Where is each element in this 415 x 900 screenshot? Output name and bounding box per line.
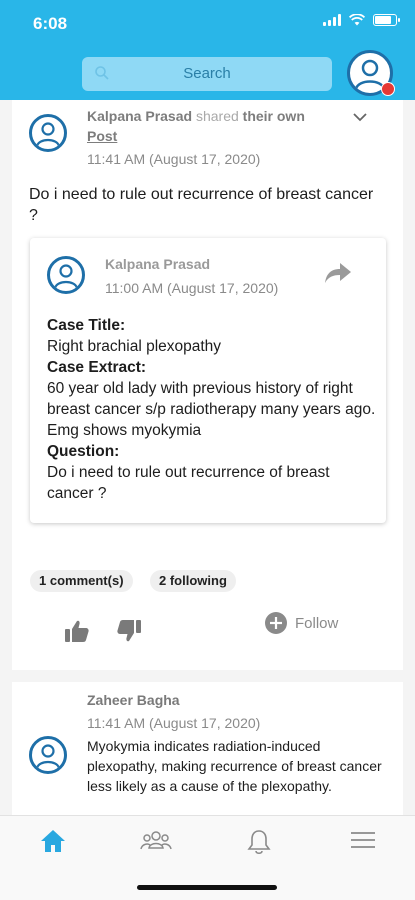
shared-post-timestamp: 11:00 AM (August 17, 2020) xyxy=(105,280,279,296)
post-shared-text: shared xyxy=(195,108,239,124)
search-placeholder: Search xyxy=(183,65,231,82)
share-icon[interactable] xyxy=(323,260,353,286)
comment-author-name[interactable]: Zaheer Bagha xyxy=(87,692,180,708)
post-title: Do i need to rule out recurrence of brea… xyxy=(29,186,374,224)
home-icon[interactable] xyxy=(40,828,66,854)
feed: Kalpana Prasad shared their own Post 11:… xyxy=(0,100,415,815)
case-details: Case Title: Right brachial plexopathy Ca… xyxy=(47,315,377,504)
comment-text: Myokymia indicates radiation-induced ple… xyxy=(87,738,382,794)
group-icon[interactable] xyxy=(140,828,172,854)
thumbs-down-icon[interactable] xyxy=(116,619,142,643)
user-icon xyxy=(35,122,61,147)
comment-timestamp: 11:41 AM (August 17, 2020) xyxy=(87,715,261,731)
status-time: 6:08 xyxy=(33,14,68,33)
post-header-line: Kalpana Prasad shared their own xyxy=(87,108,305,124)
comment-card: Zaheer Bagha 11:41 AM (August 17, 2020) … xyxy=(12,682,403,815)
shared-post-author-avatar[interactable] xyxy=(47,256,85,294)
follow-button[interactable]: Follow xyxy=(265,612,338,634)
comments-count-pill[interactable]: 1 comment(s) xyxy=(30,570,133,592)
case-title-label: Case Title: xyxy=(47,317,126,334)
case-extract-label: Case Extract: xyxy=(47,359,147,376)
wifi-icon xyxy=(349,14,365,26)
following-count-pill[interactable]: 2 following xyxy=(150,570,236,592)
post-own-text: their own xyxy=(242,108,305,124)
question-label: Question: xyxy=(47,443,120,460)
menu-icon[interactable] xyxy=(349,828,377,852)
case-title: Right brachial plexopathy xyxy=(47,338,222,355)
notification-badge xyxy=(381,82,395,96)
chevron-down-icon[interactable] xyxy=(353,110,367,124)
user-icon xyxy=(35,744,61,769)
user-icon xyxy=(53,264,79,289)
comment-author-avatar[interactable] xyxy=(29,736,67,774)
comment-author[interactable]: Zaheer Bagha xyxy=(87,692,180,708)
question: Do i need to rule out recurrence of brea… xyxy=(47,464,330,502)
case-extract: 60 year old lady with previous history o… xyxy=(47,380,376,439)
status-icons xyxy=(323,14,400,26)
post-card: Kalpana Prasad shared their own Post 11:… xyxy=(12,100,403,670)
home-indicator xyxy=(137,885,277,890)
post-timestamp: 11:41 AM (August 17, 2020) xyxy=(87,151,261,167)
app-header: 6:08 Search xyxy=(0,0,415,100)
shared-post-card[interactable]: Kalpana Prasad 11:00 AM (August 17, 2020… xyxy=(30,238,386,523)
signal-icon xyxy=(323,14,341,26)
post-author-avatar[interactable] xyxy=(29,114,67,152)
search-bar[interactable]: Search xyxy=(82,57,332,91)
shared-post-author[interactable]: Kalpana Prasad xyxy=(105,256,210,272)
plus-circle-icon xyxy=(265,612,287,634)
battery-icon xyxy=(373,14,400,26)
follow-label: Follow xyxy=(295,614,339,632)
post-author[interactable]: Kalpana Prasad xyxy=(87,108,192,124)
thumbs-up-icon[interactable] xyxy=(64,619,90,643)
post-link[interactable]: Post xyxy=(87,128,117,144)
bell-icon[interactable] xyxy=(246,828,272,856)
